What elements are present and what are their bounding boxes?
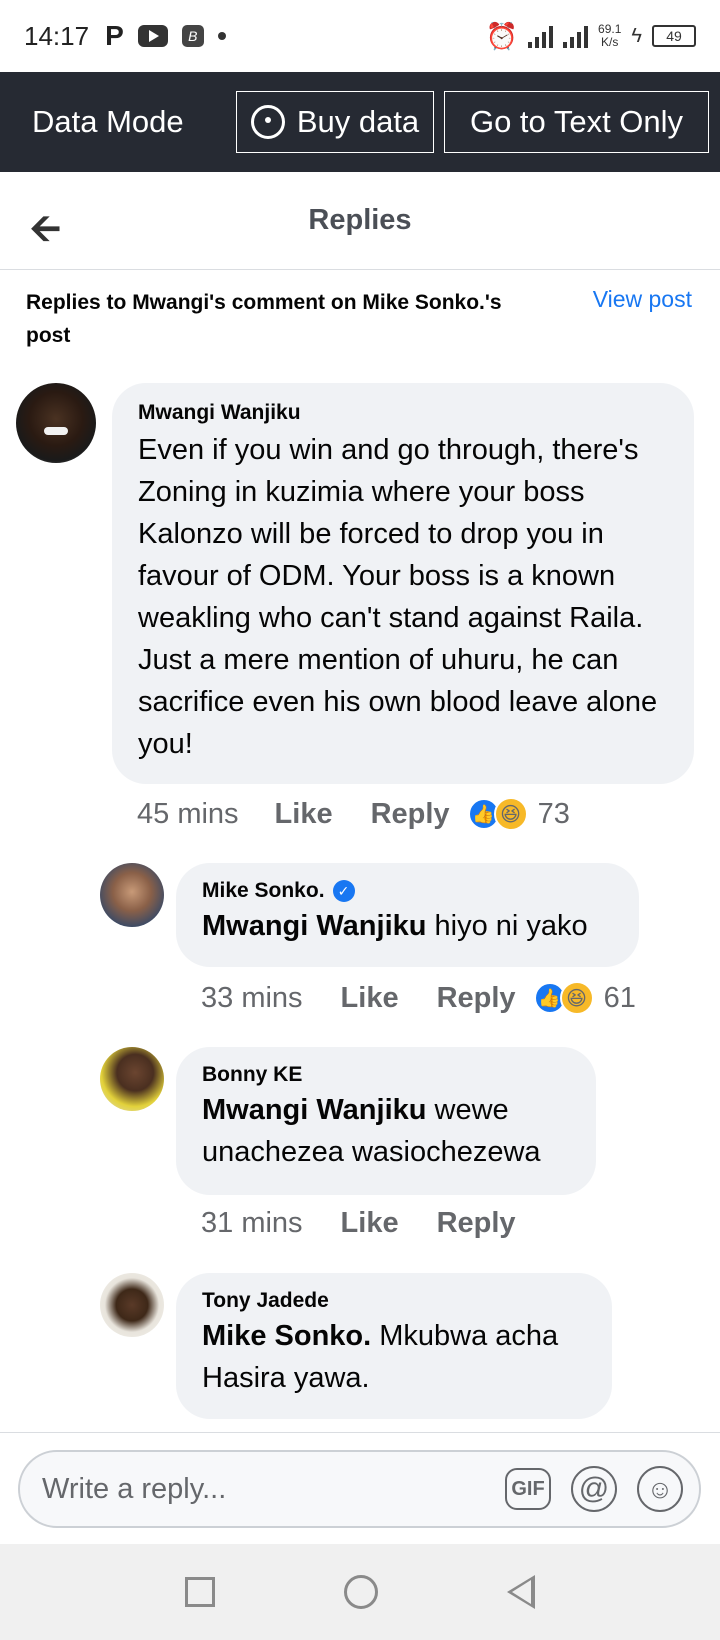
reaction-count: 61 (603, 981, 636, 1014)
reply-text: Mwangi Wanjiku wewe unachezea wasiocheze… (202, 1089, 570, 1173)
reply-time[interactable]: 31 mins (201, 1207, 303, 1240)
b-app-icon: B (181, 25, 204, 47)
reply-actions: 31 mins Like Reply (201, 1207, 516, 1240)
emoji-icon[interactable]: ☺ (637, 1466, 683, 1512)
composer-divider (0, 1432, 720, 1433)
page-title: Replies (308, 204, 412, 236)
reply-text: Mike Sonko. Mkubwa acha Hasira yawa. (202, 1315, 586, 1399)
reply-text: Mwangi Wanjiku hiyo ni yako (202, 905, 613, 947)
network-speed: 69.1 K/s (598, 23, 621, 49)
battery-icon: 49 (652, 25, 696, 47)
reaction-count: 73 (537, 797, 570, 830)
arrow-left-icon[interactable]: 🡨 (30, 200, 61, 265)
reply-input[interactable] (42, 1472, 495, 1506)
mention-link[interactable]: Mike Sonko. (202, 1320, 371, 1352)
like-button[interactable]: Like (341, 982, 399, 1015)
haha-reaction-icon: 😆 (493, 797, 528, 831)
back-triangle-icon[interactable] (507, 1575, 536, 1609)
avatar[interactable] (100, 1047, 164, 1111)
reply-button[interactable]: Reply (437, 982, 516, 1015)
charging-icon: ϟ (631, 24, 642, 47)
reply-composer: GIF @ ☺ (18, 1450, 701, 1528)
cell-signal-icon (563, 24, 589, 48)
text-only-label: Go to Text Only (469, 104, 684, 139)
youtube-icon (137, 25, 168, 47)
p-notification-icon: P (105, 20, 124, 51)
reactions[interactable]: 👍 😆 61 (533, 981, 636, 1015)
battery-level: 49 (666, 28, 682, 44)
like-button[interactable]: Like (275, 798, 333, 831)
reply-bubble[interactable]: Bonny KE Mwangi Wanjiku wewe unachezea w… (176, 1047, 596, 1195)
avatar-detail (44, 427, 68, 435)
system-icons: ⏰ 69.1 K/s ϟ 49 (486, 21, 696, 52)
notification-icons: P B (105, 20, 226, 52)
comment-actions: 45 mins Like Reply 👍 😆 73 (137, 797, 570, 831)
reply-author-name[interactable]: Mike Sonko. (202, 879, 325, 903)
alarm-icon: ⏰ (485, 20, 519, 51)
comment-time[interactable]: 45 mins (137, 798, 239, 831)
buy-data-button[interactable]: Buy data (236, 91, 434, 153)
avatar[interactable] (16, 383, 96, 463)
data-mode-label: Data Mode (32, 104, 184, 139)
signal-broadcast-icon (250, 105, 285, 139)
haha-reaction-icon: 😆 (559, 981, 594, 1015)
reply-button[interactable]: Reply (371, 798, 450, 831)
avatar[interactable] (100, 863, 164, 927)
speed-unit: K/s (601, 35, 619, 49)
comment-text: Even if you win and go through, there's … (138, 434, 658, 760)
reply-bubble[interactable]: Tony Jadede Mike Sonko. Mkubwa acha Hasi… (176, 1273, 612, 1419)
reply-time[interactable]: 33 mins (201, 982, 303, 1015)
reply-button[interactable]: Reply (437, 1207, 516, 1240)
comment-author[interactable]: Mwangi Wanjiku (138, 401, 668, 425)
comment-bubble[interactable]: Mwangi Wanjiku Even if you win and go th… (112, 383, 694, 784)
text-only-button[interactable]: Go to Text Only (444, 91, 709, 153)
verified-badge-icon: ✓ (332, 880, 355, 902)
buy-data-label: Buy data (296, 104, 420, 139)
reactions[interactable]: 👍 😆 73 (467, 797, 570, 831)
recents-square-icon[interactable] (184, 1577, 215, 1607)
replies-context: Replies to Mwangi's comment on Mike Sonk… (26, 291, 502, 347)
mention-at-icon[interactable]: @ (571, 1466, 617, 1512)
reply-author: Mike Sonko. ✓ (202, 879, 613, 903)
reply-body: hiyo ni yako (426, 910, 588, 942)
status-bar: 14:17 P B ⏰ 69.1 K/s ϟ 49 (0, 0, 720, 72)
reply-actions: 33 mins Like Reply 👍 😆 61 (201, 981, 636, 1015)
gif-icon[interactable]: GIF (505, 1468, 551, 1510)
system-nav-bar (0, 1544, 720, 1640)
reply-author[interactable]: Tony Jadede (202, 1289, 586, 1313)
mention-link[interactable]: Mwangi Wanjiku (202, 1094, 426, 1126)
wifi-signal-icon (528, 24, 554, 48)
like-button[interactable]: Like (341, 1207, 399, 1240)
home-circle-icon[interactable] (343, 1575, 378, 1609)
mention-link[interactable]: Mwangi Wanjiku (202, 910, 426, 942)
reply-bubble[interactable]: Mike Sonko. ✓ Mwangi Wanjiku hiyo ni yak… (176, 863, 639, 967)
page-header: 🡨 Replies (0, 172, 720, 270)
more-notifications-dot-icon (217, 32, 226, 40)
avatar[interactable] (100, 1273, 164, 1337)
data-mode-bar: Data Mode Buy data Go to Text Only (0, 72, 720, 172)
view-post-link[interactable]: View post (593, 286, 692, 313)
status-time: 14:17 (24, 20, 90, 51)
reply-author[interactable]: Bonny KE (202, 1063, 570, 1087)
